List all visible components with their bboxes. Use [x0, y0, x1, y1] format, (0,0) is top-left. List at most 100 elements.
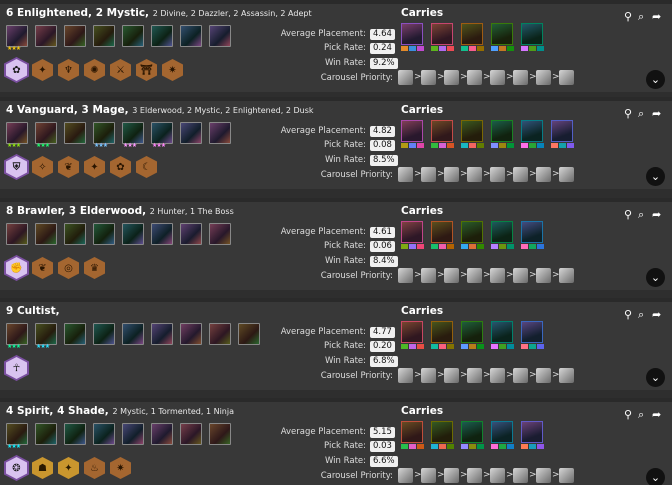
trait-badge[interactable]: ♛ — [84, 257, 105, 279]
champion-portrait[interactable]: ★★★ — [6, 423, 28, 450]
champion-portrait[interactable] — [180, 122, 202, 144]
trait-badge[interactable]: ✦ — [32, 59, 53, 81]
chevron-down-icon[interactable]: ⌄ — [646, 368, 665, 387]
trait-badge[interactable]: ☗ — [32, 457, 53, 479]
champion-portrait[interactable] — [122, 323, 144, 345]
trait-badge[interactable]: ⚔ — [110, 59, 131, 81]
champion-portrait[interactable]: ★★★ — [35, 122, 57, 149]
search-icon[interactable]: ⌕ — [638, 408, 644, 422]
champion-portrait[interactable] — [180, 423, 202, 445]
share-icon[interactable]: ➦ — [652, 208, 661, 221]
chevron-down-icon[interactable]: ⌄ — [646, 70, 665, 89]
carry-champion[interactable] — [461, 421, 484, 449]
carry-champion[interactable] — [491, 23, 514, 51]
trait-badge[interactable]: ✦ — [84, 156, 105, 178]
champion-portrait[interactable] — [93, 423, 115, 445]
carry-champion[interactable] — [521, 120, 544, 148]
champion-portrait[interactable] — [209, 423, 231, 445]
search-icon[interactable]: ⌕ — [638, 208, 644, 222]
carry-champion[interactable] — [461, 120, 484, 148]
carry-champion[interactable] — [401, 23, 424, 51]
carry-champion[interactable] — [491, 221, 514, 249]
trait-badge[interactable]: ◎ — [58, 257, 79, 279]
trait-badge[interactable]: ☥ — [4, 355, 29, 381]
champion-portrait[interactable] — [180, 323, 202, 345]
carry-champion[interactable] — [431, 221, 454, 249]
trait-badge[interactable]: ♨ — [84, 457, 105, 479]
champion-portrait[interactable] — [151, 25, 173, 47]
trait-badge[interactable]: ✺ — [84, 59, 105, 81]
champion-portrait[interactable] — [209, 122, 231, 144]
trait-badge[interactable]: ⛩ — [136, 59, 157, 81]
champion-portrait[interactable] — [35, 423, 57, 445]
trait-badge[interactable]: ♆ — [58, 59, 79, 81]
champion-portrait[interactable] — [209, 323, 231, 345]
carry-champion[interactable] — [491, 321, 514, 349]
share-icon[interactable]: ➦ — [652, 107, 661, 120]
carry-champion[interactable] — [431, 120, 454, 148]
carry-champion[interactable] — [401, 221, 424, 249]
carry-champion[interactable] — [401, 321, 424, 349]
trait-badge[interactable]: ❦ — [58, 156, 79, 178]
champion-portrait[interactable] — [93, 323, 115, 345]
champion-portrait[interactable] — [122, 25, 144, 47]
trait-badge[interactable]: ✦ — [58, 457, 79, 479]
champion-portrait[interactable] — [35, 223, 57, 245]
carry-champion[interactable] — [551, 120, 574, 148]
champion-portrait[interactable] — [209, 25, 231, 47]
chevron-down-icon[interactable]: ⌄ — [646, 268, 665, 287]
champion-portrait[interactable] — [35, 25, 57, 47]
search-icon[interactable]: ⌕ — [638, 107, 644, 121]
trait-badge[interactable]: ✿ — [110, 156, 131, 178]
champion-portrait[interactable] — [151, 223, 173, 245]
trait-badge[interactable]: ✷ — [162, 59, 183, 81]
champion-portrait[interactable] — [122, 423, 144, 445]
search-icon[interactable]: ⌕ — [638, 308, 644, 322]
champion-portrait[interactable] — [64, 122, 86, 144]
champion-portrait[interactable] — [151, 423, 173, 445]
trait-badge[interactable]: ✊ — [4, 255, 29, 281]
carry-champion[interactable] — [521, 23, 544, 51]
champion-portrait[interactable] — [93, 25, 115, 47]
carry-champion[interactable] — [461, 23, 484, 51]
champion-portrait[interactable]: ★★★ — [93, 122, 115, 149]
carry-champion[interactable] — [431, 321, 454, 349]
share-icon[interactable]: ➦ — [652, 10, 661, 23]
carry-champion[interactable] — [431, 421, 454, 449]
carry-champion[interactable] — [461, 221, 484, 249]
champion-portrait[interactable]: ★★★ — [6, 25, 28, 52]
carry-champion[interactable] — [461, 321, 484, 349]
champion-portrait[interactable]: ★★★ — [35, 323, 57, 350]
champion-portrait[interactable]: ★★★ — [6, 122, 28, 149]
chevron-down-icon[interactable]: ⌄ — [646, 468, 665, 485]
pin-icon[interactable]: ⚲ — [624, 107, 632, 120]
carry-champion[interactable] — [521, 221, 544, 249]
trait-badge[interactable]: ✿ — [4, 57, 29, 83]
search-icon[interactable]: ⌕ — [638, 10, 644, 24]
share-icon[interactable]: ➦ — [652, 408, 661, 421]
share-icon[interactable]: ➦ — [652, 308, 661, 321]
champion-portrait[interactable] — [151, 323, 173, 345]
pin-icon[interactable]: ⚲ — [624, 10, 632, 23]
carry-champion[interactable] — [431, 23, 454, 51]
trait-badge[interactable]: ❦ — [32, 257, 53, 279]
carry-champion[interactable] — [521, 321, 544, 349]
champion-portrait[interactable] — [122, 223, 144, 245]
champion-portrait[interactable] — [93, 223, 115, 245]
champion-portrait[interactable]: ★★★ — [6, 323, 28, 350]
champion-portrait[interactable] — [209, 223, 231, 245]
pin-icon[interactable]: ⚲ — [624, 208, 632, 221]
trait-badge[interactable]: ❂ — [4, 455, 29, 481]
trait-badge[interactable]: ⛨ — [4, 154, 29, 180]
pin-icon[interactable]: ⚲ — [624, 308, 632, 321]
champion-portrait[interactable] — [180, 223, 202, 245]
champion-portrait[interactable] — [6, 223, 28, 245]
trait-badge[interactable]: ☾ — [136, 156, 157, 178]
champion-portrait[interactable] — [180, 25, 202, 47]
chevron-down-icon[interactable]: ⌄ — [646, 167, 665, 186]
champion-portrait[interactable] — [64, 423, 86, 445]
champion-portrait[interactable] — [64, 25, 86, 47]
trait-badge[interactable]: ✧ — [32, 156, 53, 178]
champion-portrait[interactable]: ★★★ — [122, 122, 144, 149]
carry-champion[interactable] — [521, 421, 544, 449]
